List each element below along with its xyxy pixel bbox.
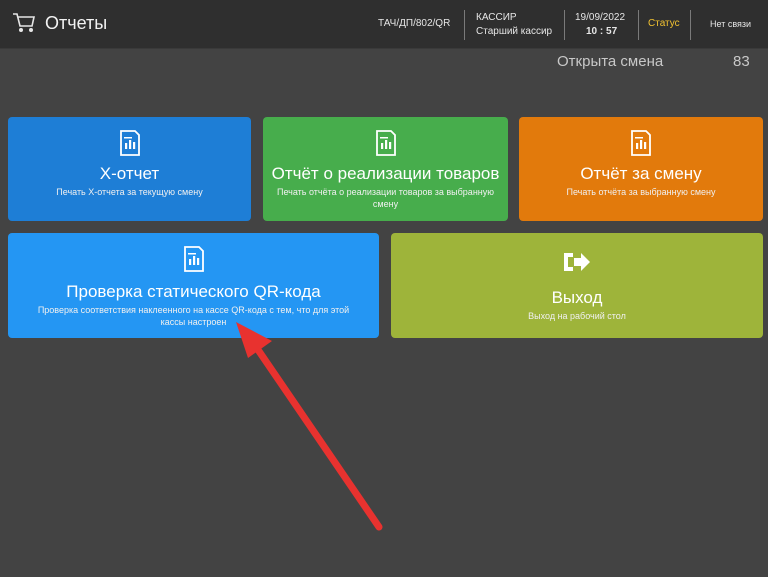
shift-number: 83: [733, 53, 750, 70]
shift-status-label: Открыта смена: [557, 53, 664, 70]
tile-subtitle: Проверка соответствия наклеенного на кас…: [37, 305, 350, 327]
cart-icon: [13, 13, 35, 32]
exit-button[interactable]: Выход Выход на рабочий стол: [391, 233, 763, 338]
divider: [638, 10, 639, 40]
tile-subtitle: Печать X-отчета за текущую смену: [56, 187, 203, 197]
connection-status: Нет связи: [710, 19, 752, 29]
qr-check-button[interactable]: Проверка статического QR-кода Проверка с…: [8, 233, 379, 338]
tile-subtitle: Печать отчёта за выбранную смену: [566, 187, 716, 197]
top-bar: Отчеты ТАЧ/ДП/802/QR КАССИР Старший касс…: [0, 0, 768, 49]
report-document-icon: [183, 246, 204, 272]
role-name: Старший кассир: [476, 26, 553, 37]
divider: [690, 10, 691, 40]
terminal-code: ТАЧ/ДП/802/QR: [378, 18, 451, 29]
shift-report-button[interactable]: Отчёт за смену Печать отчёта за выбранну…: [519, 117, 763, 221]
tile-title: Проверка статического QR-кода: [66, 282, 321, 301]
divider: [464, 10, 465, 40]
tile-title: X-отчет: [99, 164, 160, 183]
tile-title: Отчёт о реализации товаров: [271, 164, 500, 183]
time-display: 10 : 57: [586, 26, 618, 37]
date-display: 19/09/2022: [575, 12, 626, 23]
sign-out-icon: [564, 253, 590, 271]
report-document-icon: [631, 130, 651, 156]
tile-subtitle: Выход на рабочий стол: [528, 311, 626, 321]
report-document-icon: [375, 130, 396, 156]
report-document-icon: [119, 130, 140, 156]
tile-title: Выход: [551, 288, 603, 307]
status-button[interactable]: Статус: [648, 18, 680, 29]
x-report-button[interactable]: X-отчет Печать X-отчета за текущую смену: [8, 117, 251, 221]
tile-subtitle: Печать отчёта о реализации товаров за вы…: [276, 187, 495, 209]
sales-report-button[interactable]: Отчёт о реализации товаров Печать отчёта…: [263, 117, 508, 221]
page-title: Отчеты: [45, 13, 108, 33]
divider: [564, 10, 565, 40]
tile-title: Отчёт за смену: [580, 164, 702, 183]
role-label: КАССИР: [476, 12, 517, 23]
